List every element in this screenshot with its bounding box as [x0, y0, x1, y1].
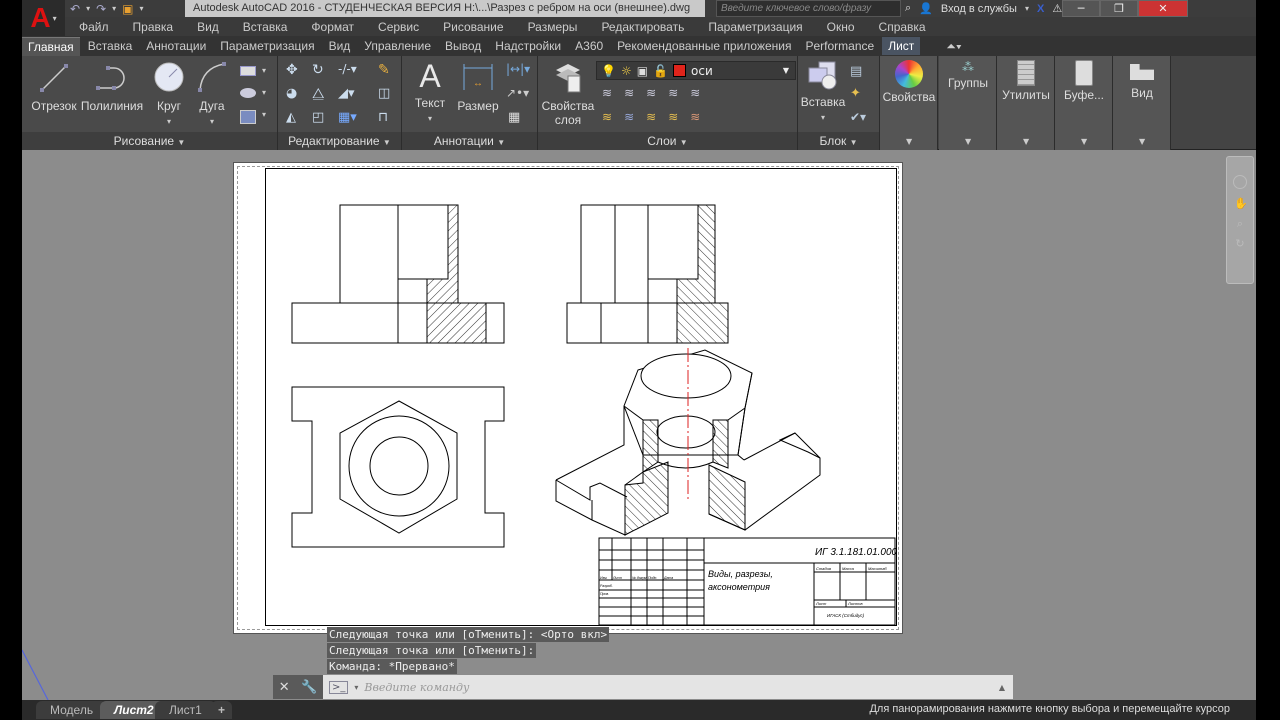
right-letterbox [1256, 0, 1280, 720]
row-label: Пров. [600, 592, 609, 596]
stage-header: Стадия [816, 566, 832, 571]
designation-text: ИГ 3.1.181.01.000 [815, 547, 898, 558]
history-line: Следующая точка или [оТменить]: [327, 643, 537, 658]
navigation-bar[interactable]: ✋ ⌕ ↻ [1226, 156, 1254, 284]
top-view [291, 386, 505, 548]
application-menu-button[interactable]: A ▾ [22, 0, 65, 36]
command-history: Следующая точка или [оТменить]: <Орто вк… [327, 627, 610, 675]
drawing-name-line2: аксонометрия [708, 582, 770, 592]
prompt-icon[interactable]: >_ [329, 680, 349, 694]
command-placeholder: Введите команду [364, 680, 470, 694]
autocad-window: ↶ ▾ ↷ ▾ ▣ ▾ Autodesk AutoCAD 2016 - СТУД… [0, 0, 1256, 720]
col-header: № докум. [632, 576, 647, 580]
col-header: Изм. [600, 576, 607, 580]
history-toggle-icon[interactable]: ▲ [999, 683, 1005, 692]
chevron-down-icon: ▾ [52, 13, 57, 23]
steering-wheel-icon[interactable] [1233, 175, 1247, 189]
drawing-name-line1: Виды, разрезы, [708, 569, 773, 579]
pan-icon[interactable]: ✋ [1234, 197, 1248, 211]
tab-layout1[interactable]: Лист1 [155, 701, 216, 719]
wrench-icon[interactable]: 🔧 [301, 680, 317, 695]
command-input[interactable]: >_ ▾ Введите команду ▲ [323, 675, 1013, 699]
command-line-controls: ✕ 🔧 [273, 675, 323, 699]
scale-header: Масштаб [868, 566, 887, 571]
sheet-label: Лист [815, 601, 827, 606]
chevron-down-icon[interactable]: ▾ [354, 683, 358, 692]
close-icon[interactable]: ✕ [279, 680, 290, 695]
orbit-icon[interactable]: ↻ [1234, 237, 1246, 251]
tab-model[interactable]: Модель [36, 701, 108, 719]
autocad-logo-icon: A [30, 2, 51, 33]
front-view [291, 204, 505, 344]
organization: ИГАСК (Стбидус) [827, 613, 865, 618]
isometric-view [555, 348, 821, 536]
history-line: Следующая точка или [оТменить]: <Орто вк… [327, 627, 610, 642]
add-layout-button[interactable]: + [211, 701, 233, 719]
col-header: Лист [612, 576, 622, 580]
ucs-icon [21, 649, 49, 701]
col-header: Дата [663, 576, 673, 580]
mass-header: Масса [842, 566, 855, 571]
history-line: Команда: *Прервано* [327, 659, 457, 674]
command-line: ✕ 🔧 >_ ▾ Введите команду ▲ [273, 675, 1013, 699]
row-label: Разраб. [600, 584, 613, 588]
side-view [566, 204, 729, 344]
status-message: Для панорамирования нажмите кнопку выбор… [869, 703, 1230, 715]
sheets-label: Листов [847, 601, 863, 606]
drawing-geometry[interactable]: ИГ 3.1.181.01.000 Виды, разрезы, аксоном… [0, 0, 1256, 720]
left-letterbox [0, 0, 22, 720]
zoom-icon[interactable]: ⌕ [1234, 217, 1246, 231]
col-header: Подп. [648, 576, 657, 580]
